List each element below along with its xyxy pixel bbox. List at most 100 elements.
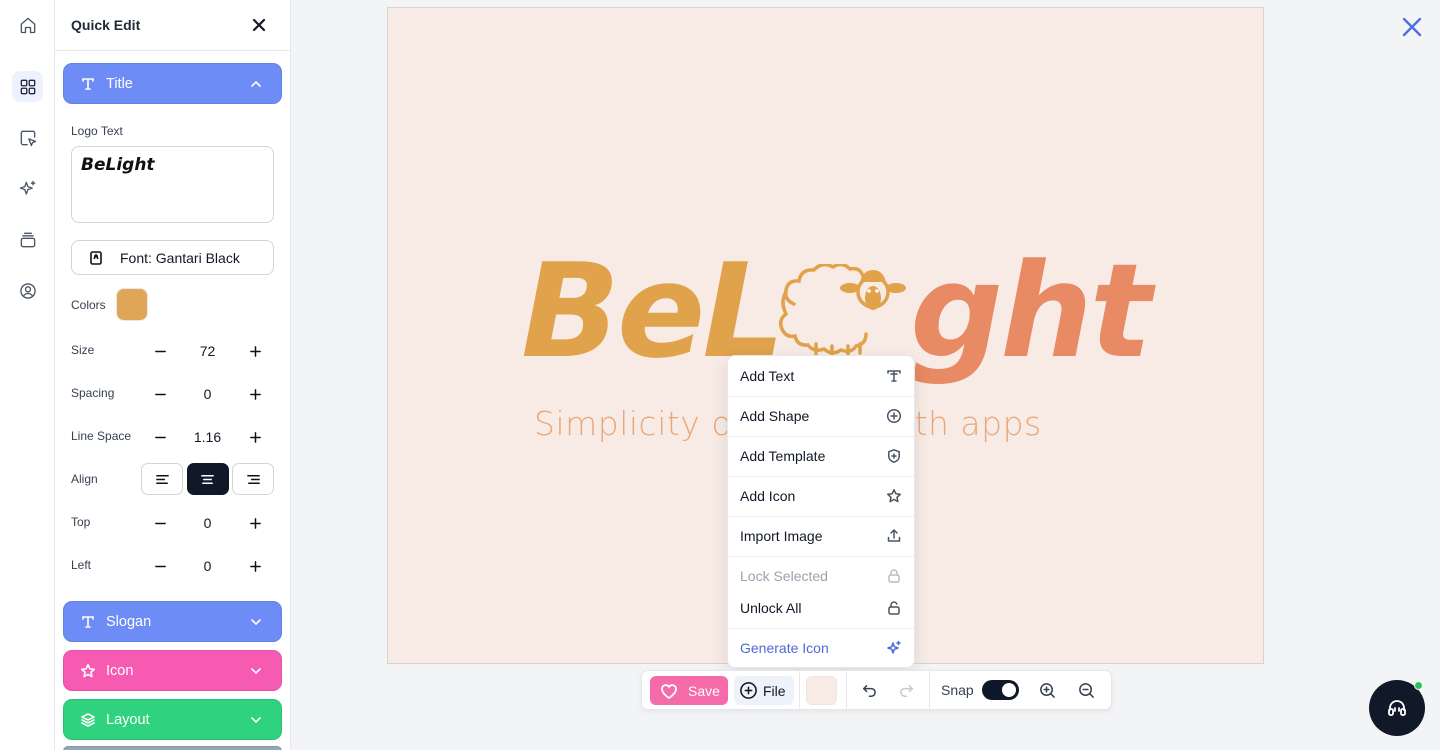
redo-icon[interactable]	[897, 680, 917, 700]
plus-icon[interactable]	[248, 430, 262, 444]
menu-item-label: Import Image	[740, 528, 823, 544]
section-slogan-header[interactable]: Slogan	[63, 601, 282, 642]
font-button[interactable]: Font: Gantari Black	[71, 240, 274, 275]
unlock-icon	[886, 600, 902, 616]
close-editor-icon[interactable]	[1400, 15, 1424, 39]
line-space-label: Line Space	[71, 429, 132, 443]
snap-label: Snap	[941, 682, 974, 698]
minus-icon[interactable]	[153, 516, 167, 530]
shield-icon	[886, 448, 902, 464]
toggle-knob	[1002, 683, 1016, 697]
section-layout-header[interactable]: Layout	[63, 699, 282, 740]
zoom-out-icon[interactable]	[1076, 680, 1096, 700]
plus-circle-icon	[886, 408, 902, 424]
chevron-up-icon	[249, 77, 263, 91]
select-cursor-icon[interactable]	[12, 122, 43, 153]
star-icon	[886, 488, 902, 504]
add-menu: Add Text Add Shape Add Template Add Icon…	[727, 355, 915, 668]
layers-icon[interactable]	[12, 224, 43, 255]
minus-icon[interactable]	[153, 387, 167, 401]
panel-header: Quick Edit	[55, 0, 290, 51]
align-label: Align	[71, 472, 98, 486]
toolbar-divider	[799, 671, 800, 709]
sheep-icon[interactable]	[774, 264, 910, 359]
color-swatch[interactable]	[116, 288, 148, 321]
menu-generate-icon[interactable]: Generate Icon	[728, 628, 914, 668]
text-icon	[80, 614, 96, 630]
save-label: Save	[688, 682, 720, 699]
top-label: Top	[71, 515, 91, 529]
zoom-in-icon[interactable]	[1037, 680, 1057, 700]
line-space-value[interactable]: 1.16	[183, 429, 233, 445]
heart-icon	[661, 683, 677, 699]
plus-icon[interactable]	[248, 344, 262, 358]
left-value[interactable]: 0	[183, 558, 233, 574]
font-book-icon	[90, 250, 102, 265]
align-right-icon	[246, 474, 260, 484]
align-left-icon	[155, 474, 169, 484]
spacing-label: Spacing	[71, 386, 115, 400]
top-value[interactable]: 0	[183, 515, 233, 531]
minus-icon[interactable]	[153, 430, 167, 444]
chevron-down-icon	[249, 615, 263, 629]
file-button[interactable]: File	[734, 676, 794, 705]
home-icon[interactable]	[12, 9, 43, 40]
align-right-button[interactable]	[232, 463, 274, 495]
toolbar-divider	[846, 671, 847, 709]
section-title-label: Title	[106, 75, 133, 92]
panel-title: Quick Edit	[71, 17, 141, 33]
close-icon[interactable]	[250, 16, 268, 34]
font-button-label: Font: Gantari Black	[120, 249, 240, 266]
menu-item-label: Add Icon	[740, 488, 796, 504]
section-title-header[interactable]: Title	[63, 63, 282, 104]
plus-icon[interactable]	[248, 559, 262, 573]
spacing-value[interactable]: 0	[183, 386, 233, 402]
section-more-header[interactable]	[63, 746, 282, 750]
save-button[interactable]: Save	[650, 676, 728, 705]
minus-icon[interactable]	[153, 344, 167, 358]
menu-add-shape[interactable]: Add Shape	[728, 396, 914, 436]
user-circle-icon[interactable]	[12, 275, 43, 306]
left-label: Left	[71, 558, 92, 572]
chevron-down-icon	[249, 664, 263, 678]
plus-icon[interactable]	[248, 387, 262, 401]
align-group	[141, 463, 274, 496]
section-layout-label: Layout	[106, 711, 150, 728]
section-icon-label: Icon	[106, 662, 134, 679]
align-left-button[interactable]	[141, 463, 183, 495]
upload-icon	[886, 528, 902, 544]
menu-add-template[interactable]: Add Template	[728, 436, 914, 476]
menu-item-label: Lock Selected	[740, 568, 828, 584]
online-status-dot	[1414, 681, 1423, 690]
menu-item-label: Add Shape	[740, 408, 810, 424]
file-label: File	[763, 682, 786, 699]
background-color-swatch[interactable]	[806, 676, 837, 705]
plus-circle-icon	[740, 682, 757, 699]
spacing-stepper: 0	[141, 377, 274, 411]
layers-icon	[80, 712, 96, 728]
align-center-button[interactable]	[186, 463, 229, 495]
menu-add-icon[interactable]: Add Icon	[728, 476, 914, 516]
size-value[interactable]: 72	[183, 343, 233, 359]
menu-import-image[interactable]: Import Image	[728, 516, 914, 556]
minus-icon[interactable]	[153, 559, 167, 573]
menu-item-label: Add Template	[740, 448, 826, 464]
menu-add-text[interactable]: Add Text	[728, 356, 914, 396]
support-button[interactable]	[1369, 680, 1425, 736]
chevron-down-icon	[249, 713, 263, 727]
undo-icon[interactable]	[858, 680, 878, 700]
quick-edit-panel: Quick Edit Title Logo Text BeLight Font:…	[55, 0, 291, 750]
line-space-stepper: 1.16	[141, 420, 274, 454]
bottom-toolbar: Save File Snap	[641, 670, 1112, 710]
menu-item-label: Unlock All	[740, 600, 802, 616]
section-icon-header[interactable]: Icon	[63, 650, 282, 691]
sparkles-icon[interactable]	[12, 173, 43, 204]
menu-unlock-all[interactable]: Unlock All	[728, 588, 914, 628]
snap-toggle[interactable]	[982, 680, 1019, 700]
logo-part-2: ght	[910, 235, 1152, 387]
logo-text-input[interactable]: BeLight	[71, 146, 274, 223]
grid-icon[interactable]	[12, 71, 43, 102]
menu-item-label: Add Text	[740, 368, 795, 384]
menu-item-label: Generate Icon	[740, 640, 829, 656]
plus-icon[interactable]	[248, 516, 262, 530]
